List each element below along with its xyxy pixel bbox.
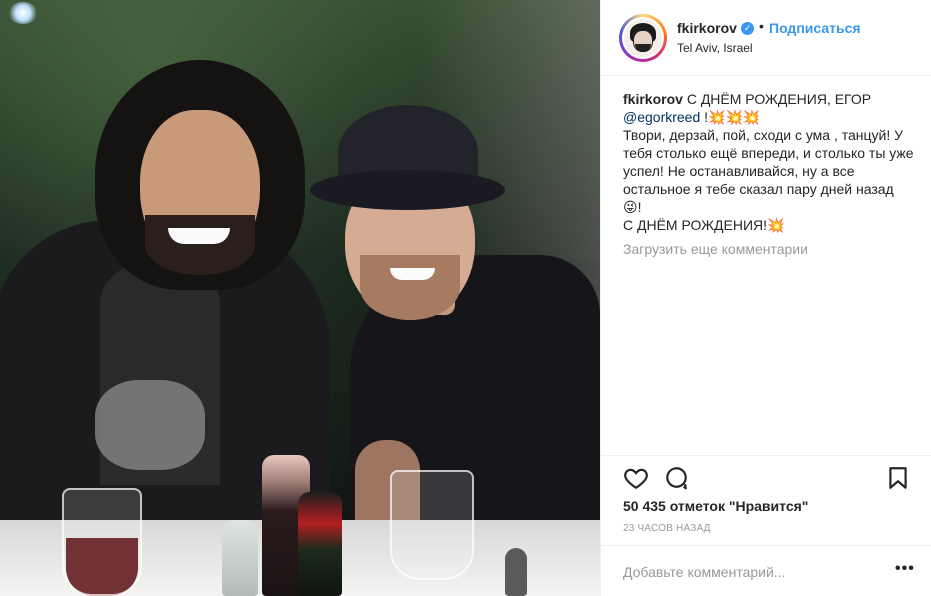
post-username[interactable]: fkirkorov — [677, 20, 737, 36]
wine-bottle — [298, 492, 342, 596]
left-person-beard — [145, 215, 255, 275]
caption-mention[interactable]: @egorkreed — [623, 109, 700, 125]
right-person-hat-brim — [310, 170, 505, 210]
post-sidebar: fkirkorov ✓ • Подписаться Tel Aviv, Isra… — [600, 0, 931, 596]
post-header: fkirkorov ✓ • Подписаться Tel Aviv, Isra… — [601, 0, 931, 76]
post-caption: fkirkorov С ДНЁМ РОЖДЕНИЯ, ЕГОР @egorkre… — [623, 90, 919, 234]
post-timestamp[interactable]: 23 ЧАСОВ НАЗАД — [623, 523, 711, 534]
right-person-smile — [390, 268, 435, 280]
avatar[interactable] — [619, 14, 667, 62]
load-more-comments-button[interactable]: Загрузить еще комментарии — [623, 241, 808, 257]
follow-button[interactable]: Подписаться — [769, 20, 861, 36]
caption-closing: С ДНЁМ РОЖДЕНИЯ!💥 — [623, 217, 785, 233]
water-bottle — [222, 520, 258, 596]
more-options-icon[interactable]: ••• — [895, 560, 915, 578]
comment-icon[interactable] — [663, 465, 689, 491]
avatar-image — [622, 17, 664, 59]
post-photo[interactable] — [0, 0, 600, 596]
verified-badge-icon: ✓ — [741, 22, 754, 35]
water-glass-right — [390, 470, 474, 580]
left-person-smile — [168, 228, 230, 244]
bookmark-icon[interactable] — [885, 465, 911, 491]
background-lamp — [8, 2, 38, 24]
caption-line1: С ДНЁМ РОЖДЕНИЯ, ЕГОР — [686, 91, 872, 107]
post-location[interactable]: Tel Aviv, Israel — [677, 41, 753, 55]
heart-icon[interactable] — [623, 465, 649, 491]
likes-count[interactable]: 50 435 отметок "Нравится" — [623, 498, 808, 514]
right-person-stubble — [360, 255, 460, 320]
separator-dot: • — [759, 18, 764, 34]
caption-body: Твори, дерзай, пой, сходи с ума , танцуй… — [623, 127, 914, 197]
pepper-grinder — [505, 548, 527, 596]
caption-emoji-suffix: 😜! — [623, 199, 642, 215]
comment-bar: ••• — [601, 545, 931, 596]
comment-input[interactable] — [623, 562, 883, 582]
caption-line2-suffix: !💥💥💥 — [700, 109, 761, 125]
caption-username[interactable]: fkirkorov — [623, 91, 683, 107]
wine-glass-left — [62, 488, 142, 596]
action-bar — [601, 455, 931, 495]
left-person-shirt-print — [95, 380, 205, 470]
